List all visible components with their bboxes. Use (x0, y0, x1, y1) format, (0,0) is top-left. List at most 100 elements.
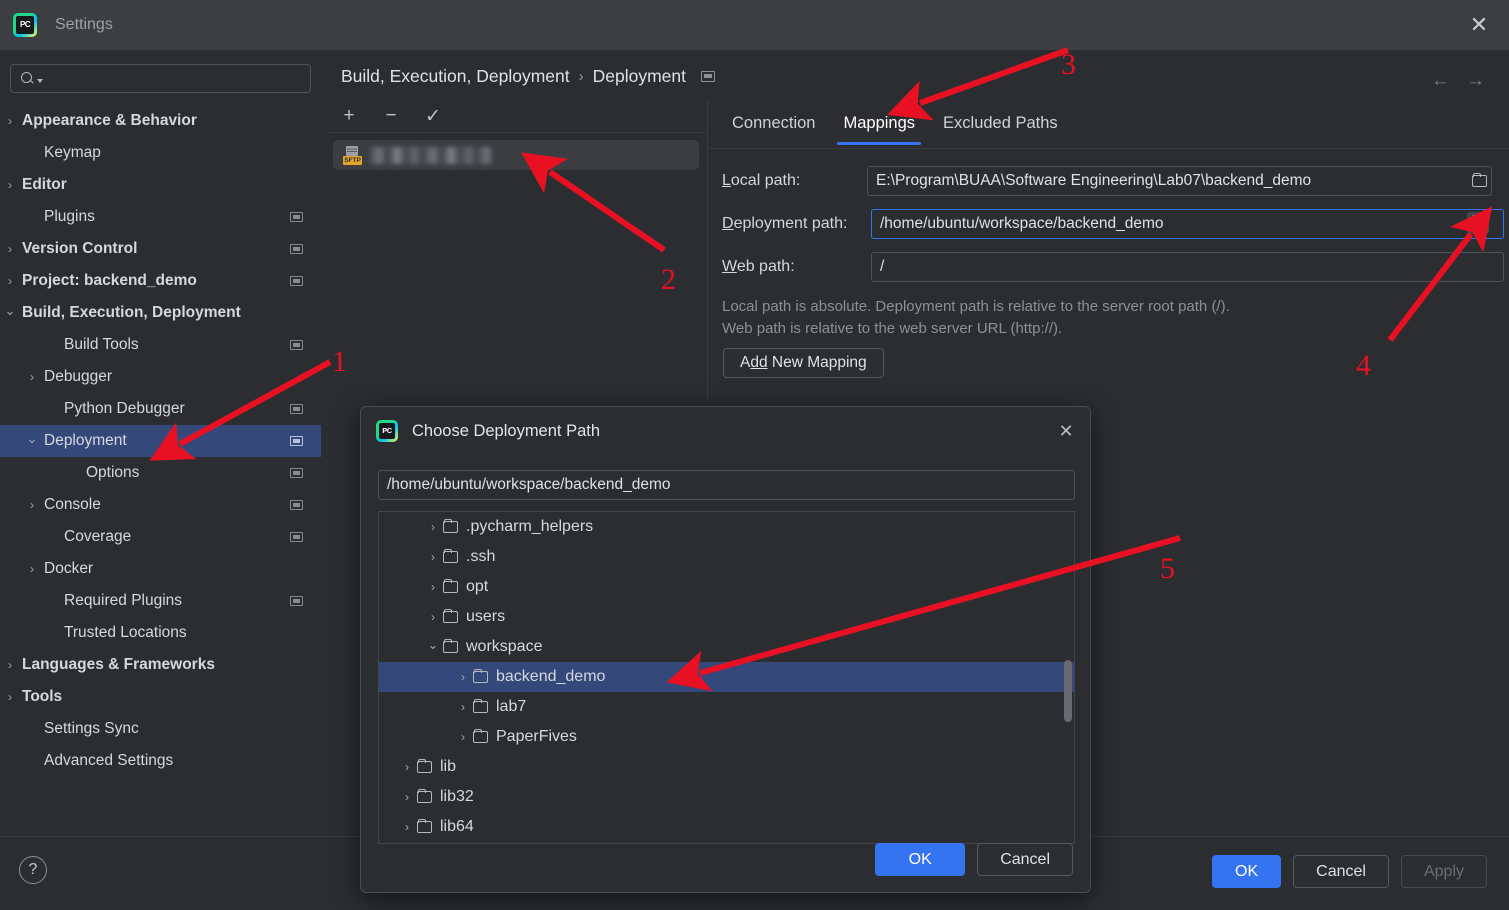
sidebar-item-deployment[interactable]: ⌄Deployment (0, 425, 321, 457)
sidebar-item-plugins[interactable]: Plugins (0, 201, 321, 233)
chevron-down-icon[interactable]: ⌄ (3, 304, 17, 318)
chevron-right-icon[interactable]: › (399, 820, 415, 834)
sidebar-item-console[interactable]: ›Console (0, 489, 321, 521)
search-box[interactable] (10, 64, 311, 93)
folder-icon (443, 521, 458, 533)
file-tree-label: .ssh (466, 548, 495, 566)
sidebar-item-debugger[interactable]: ›Debugger (0, 361, 321, 393)
add-new-mapping-button[interactable]: Add New Mapping (723, 348, 884, 378)
folder-icon (417, 761, 432, 773)
file-tree-row[interactable]: › users (379, 602, 1074, 632)
chevron-right-icon[interactable]: › (399, 790, 415, 804)
tab-mappings[interactable]: Mappings (829, 106, 929, 145)
file-tree-row[interactable]: ›lab7 (379, 692, 1074, 722)
remove-server-button[interactable]: − (380, 105, 402, 127)
help-icon[interactable]: ? (19, 856, 47, 884)
sidebar-item-docker[interactable]: ›Docker (0, 553, 321, 585)
sidebar-item-project-backend-demo[interactable]: ›Project: backend_demo (0, 265, 321, 297)
settings-ok-button[interactable]: OK (1212, 855, 1281, 888)
search-input[interactable] (49, 71, 299, 87)
tree-scrollbar-thumb[interactable] (1064, 660, 1072, 722)
sidebar-item-keymap[interactable]: Keymap (0, 137, 321, 169)
breadcrumb-parent[interactable]: Build, Execution, Deployment (341, 66, 570, 87)
forward-arrow-icon[interactable]: → (1466, 70, 1485, 92)
sidebar-item-options[interactable]: Options (0, 457, 321, 489)
chevron-right-icon[interactable]: › (425, 550, 441, 564)
chevron-right-icon[interactable]: › (3, 690, 17, 704)
sidebar-item-trusted-locations[interactable]: Trusted Locations (0, 617, 321, 649)
add-server-button[interactable]: + (338, 105, 360, 127)
chevron-down-icon[interactable]: ⌄ (425, 637, 441, 653)
chevron-right-icon[interactable]: › (25, 498, 39, 512)
dialog-close-icon[interactable]: ✕ (1054, 419, 1078, 443)
back-arrow-icon[interactable]: ← (1431, 70, 1450, 92)
file-tree-row[interactable]: ›opt (379, 572, 1074, 602)
file-tree-row[interactable]: ›PaperFives (379, 722, 1074, 752)
dialog-ok-button[interactable]: OK (875, 843, 965, 876)
tab-excluded-paths[interactable]: Excluded Paths (929, 106, 1072, 145)
chevron-right-icon[interactable]: › (3, 274, 17, 288)
local-path-browse-button[interactable] (1468, 170, 1490, 192)
sidebar-item-languages-frameworks[interactable]: › Languages & Frameworks (0, 649, 321, 681)
server-list-item[interactable]: SFTP (333, 140, 699, 170)
dialog-action-buttons: OK Cancel (875, 843, 1073, 876)
chevron-right-icon[interactable]: › (425, 610, 441, 624)
close-icon[interactable]: ✕ (1465, 11, 1493, 39)
deployment-path-browse-button[interactable] (1467, 212, 1489, 234)
sidebar-item-editor[interactable]: ›Editor (0, 169, 321, 201)
chevron-right-icon[interactable]: › (455, 730, 471, 744)
sidebar-item-advanced-settings[interactable]: Advanced Settings (0, 745, 321, 777)
chevron-down-icon[interactable]: ⌄ (25, 432, 39, 446)
chevron-right-icon[interactable]: › (455, 700, 471, 714)
sidebar-item-version-control[interactable]: ›Version Control (0, 233, 321, 265)
choose-deployment-path-dialog: Choose Deployment Path ✕ ›.pycharm_helpe… (360, 406, 1091, 893)
deployment-path-input[interactable] (871, 209, 1504, 239)
sidebar-item-build-execution-deployment[interactable]: ⌄Build, Execution, Deployment (0, 297, 321, 329)
sidebar-item-label: Tools (22, 688, 62, 706)
chevron-right-icon[interactable]: › (3, 178, 17, 192)
tab-connection[interactable]: Connection (718, 106, 829, 145)
settings-action-buttons: OK Cancel Apply (1212, 855, 1487, 888)
project-scope-badge-icon (290, 340, 303, 350)
chevron-right-icon[interactable]: › (399, 760, 415, 774)
sidebar-item-appearance-behavior[interactable]: › Appearance & Behavior (0, 105, 321, 137)
sidebar-item-tools[interactable]: › Tools (0, 681, 321, 713)
web-path-input[interactable] (871, 252, 1504, 282)
chevron-right-icon[interactable]: › (3, 242, 17, 256)
chevron-right-icon[interactable]: › (3, 114, 17, 128)
dialog-path-input[interactable] (378, 470, 1075, 500)
sftp-icon: SFTP (343, 146, 362, 165)
file-tree-row[interactable]: ⌄workspace (379, 632, 1074, 662)
file-tree-row[interactable]: ›.pycharm_helpers (379, 512, 1074, 542)
sidebar-item-required-plugins[interactable]: Required Plugins (0, 585, 321, 617)
panel-divider (707, 100, 708, 400)
dialog-cancel-button[interactable]: Cancel (977, 843, 1073, 876)
chevron-right-icon[interactable]: › (25, 562, 39, 576)
sidebar-item-label: Appearance & Behavior (22, 112, 197, 130)
file-tree-row[interactable]: ›backend_demo (379, 662, 1074, 692)
file-tree-row[interactable]: › .ssh (379, 542, 1074, 572)
chevron-right-icon[interactable]: › (425, 580, 441, 594)
annotation-number-4: 4 (1356, 349, 1371, 383)
chevron-right-icon[interactable]: › (455, 670, 471, 684)
tree-scrollbar[interactable] (1062, 512, 1074, 843)
sidebar-item-build-tools[interactable]: Build Tools (0, 329, 321, 361)
set-default-server-button[interactable]: ✓ (422, 105, 444, 128)
sidebar-item-settings-sync[interactable]: Settings Sync (0, 713, 321, 745)
chevron-right-icon[interactable]: › (25, 370, 39, 384)
sidebar-item-label: Languages & Frameworks (22, 656, 215, 674)
sidebar-item-coverage[interactable]: Coverage (0, 521, 321, 553)
file-tree-label: lib32 (440, 788, 474, 806)
file-tree-label: users (466, 608, 505, 626)
add-mapping-post: New Mapping (768, 354, 867, 371)
chevron-right-icon[interactable]: › (425, 520, 441, 534)
file-tree-row[interactable]: ›lib (379, 752, 1074, 782)
local-path-input[interactable] (867, 166, 1492, 196)
chevron-right-icon[interactable]: › (3, 658, 17, 672)
file-tree-row[interactable]: ›lib64 (379, 812, 1074, 842)
breadcrumb-separator-icon: › (579, 68, 584, 85)
settings-cancel-button[interactable]: Cancel (1293, 855, 1389, 888)
file-tree-row[interactable]: › lib32 (379, 782, 1074, 812)
sidebar-item-python-debugger[interactable]: Python Debugger (0, 393, 321, 425)
chevron-down-icon[interactable] (37, 79, 43, 83)
